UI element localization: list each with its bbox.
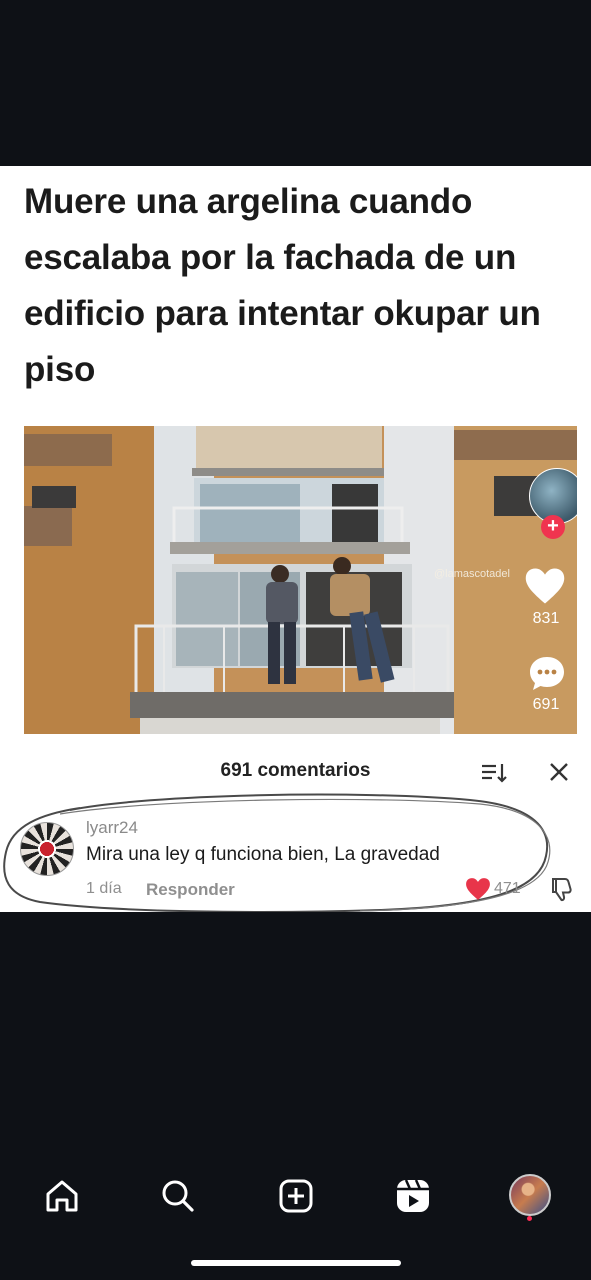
bottom-navigation [0,1158,591,1280]
profile-avatar[interactable] [509,1174,551,1216]
building-illustration [24,426,577,734]
reels-icon[interactable] [391,1174,435,1218]
comment-username[interactable]: lyarr24 [86,818,138,838]
create-icon[interactable] [274,1174,318,1218]
video-watermark: @lamascotadel [434,568,510,580]
comment-like-count: 471 [494,880,521,897]
video-like-count: 831 [532,610,560,627]
post-card: Muere una argelina cuando escalaba por l… [0,166,591,912]
reply-button[interactable]: Responder [146,880,235,900]
commenter-avatar[interactable] [20,822,74,876]
comment-bubble-icon[interactable] [527,654,567,694]
comment-time: 1 día [86,880,122,897]
video-comment-count: 691 [532,696,560,713]
comments-header: 691 comentarios [0,750,591,794]
follow-plus-icon[interactable]: + [541,515,565,539]
comment-item: lyarr24 Mira una ley q funciona bien, La… [0,790,591,912]
post-headline: Muere una argelina cuando escalaba por l… [24,182,541,389]
home-indicator [191,1260,401,1266]
notification-dot [527,1216,532,1221]
comment-heart-icon[interactable] [465,877,491,901]
comment-text: Mira una ley q funciona bien, La graveda… [86,844,440,865]
home-icon[interactable] [40,1174,84,1218]
close-icon[interactable] [547,760,571,784]
search-icon[interactable] [156,1174,200,1218]
heart-icon[interactable] [524,566,566,606]
dislike-icon[interactable] [549,876,573,902]
post-image[interactable]: + @lamascotadel 831 691 [24,426,577,734]
sort-icon[interactable] [480,760,508,786]
